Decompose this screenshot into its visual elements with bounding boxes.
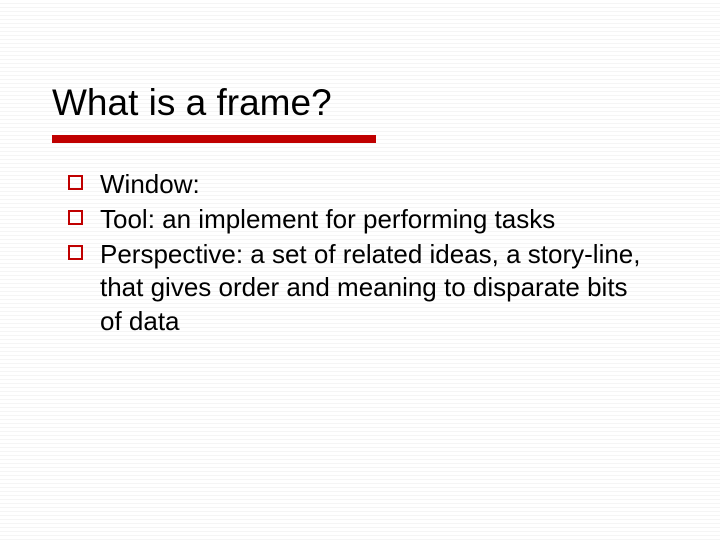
list-item: Tool: an implement for performing tasks (68, 203, 656, 237)
bullet-list: Window: Tool: an implement for performin… (68, 168, 656, 339)
checkbox-icon (68, 245, 83, 260)
checkbox-icon (68, 175, 83, 190)
list-item-text: Perspective: a set of related ideas, a s… (100, 239, 641, 337)
checkbox-icon (68, 210, 83, 225)
title-area: What is a frame? (52, 82, 668, 143)
body-area: Window: Tool: an implement for performin… (68, 168, 656, 340)
slide-title: What is a frame? (52, 82, 668, 133)
list-item: Perspective: a set of related ideas, a s… (68, 238, 656, 339)
list-item: Window: (68, 168, 656, 202)
slide: What is a frame? Window: Tool: an implem… (0, 0, 720, 540)
list-item-text: Tool: an implement for performing tasks (100, 204, 555, 234)
title-underline (52, 135, 376, 143)
list-item-text: Window: (100, 169, 200, 199)
